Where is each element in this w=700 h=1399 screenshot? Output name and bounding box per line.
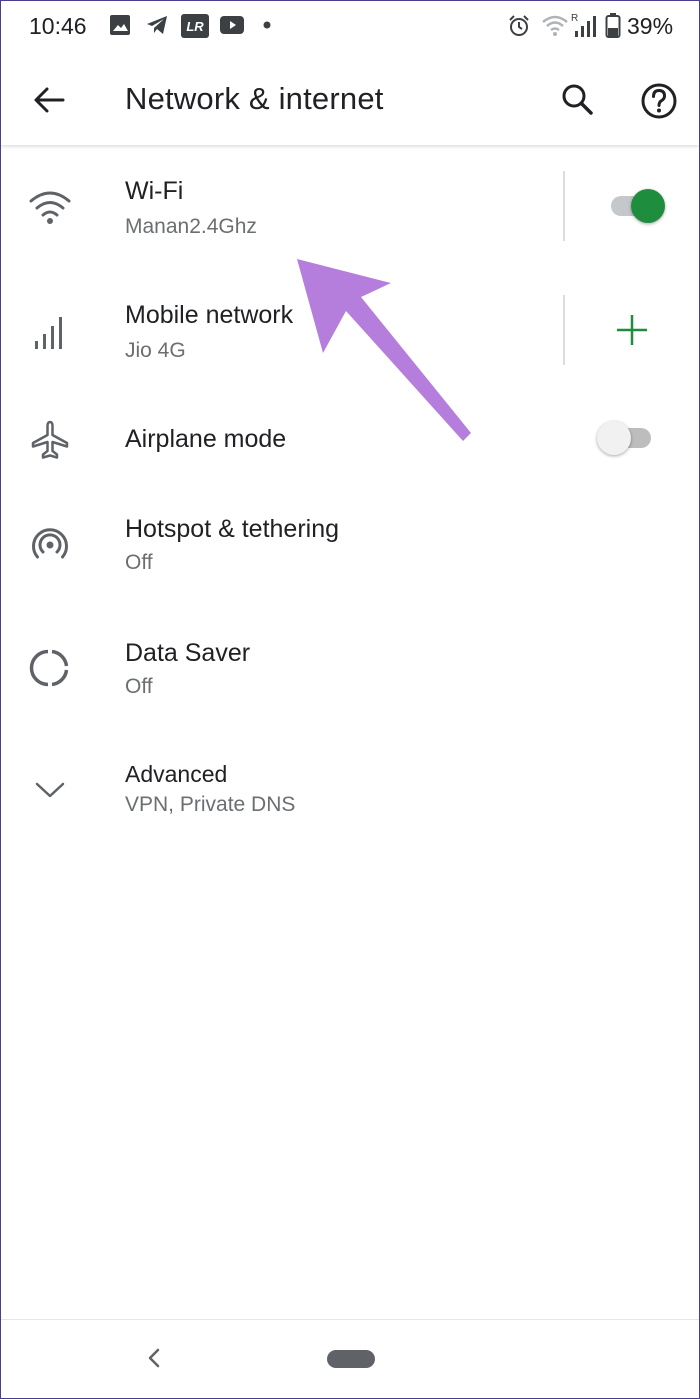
advanced-row[interactable]: Advanced VPN, Private DNS — [1, 751, 699, 831]
data-saver-title: Data Saver — [125, 639, 251, 667]
svg-text:R: R — [571, 13, 578, 24]
search-icon[interactable] — [555, 77, 601, 123]
wifi-signal-icon — [542, 15, 568, 36]
notification-dot-icon — [263, 21, 271, 29]
wifi-toggle-thumb — [631, 189, 665, 223]
cell-signal-icon — [35, 317, 62, 349]
airplane-mode-title: Airplane mode — [125, 425, 287, 453]
wifi-toggle[interactable] — [607, 185, 667, 225]
airplane-icon — [31, 420, 69, 459]
airplane-mode-toggle[interactable] — [595, 417, 655, 457]
telegram-icon — [147, 16, 167, 34]
help-icon[interactable] — [635, 77, 683, 125]
status-bar: 10:46 LR R 39% — [1, 1, 699, 51]
mobile-network-row[interactable]: Mobile network Jio 4G — [1, 285, 699, 385]
chevron-down-icon — [35, 782, 65, 798]
wifi-icon — [29, 191, 71, 224]
svg-text:LR: LR — [186, 19, 204, 34]
advanced-title: Advanced — [125, 761, 228, 787]
data-saver-icon — [29, 649, 69, 687]
youtube-icon — [220, 16, 244, 34]
airplane-mode-row[interactable]: Airplane mode — [1, 407, 699, 473]
plus-icon[interactable] — [613, 311, 651, 349]
nav-home-pill[interactable] — [327, 1350, 375, 1368]
arrow-back-icon[interactable] — [27, 77, 73, 123]
data-saver-status: Off — [125, 675, 153, 698]
navigation-bar — [1, 1319, 699, 1398]
lightroom-icon: LR — [181, 14, 209, 38]
hotspot-icon — [32, 528, 68, 559]
cell-signal-roaming-icon: R — [571, 13, 596, 37]
mobile-divider — [563, 295, 565, 365]
airplane-toggle-thumb — [597, 421, 631, 455]
data-saver-row[interactable]: Data Saver Off — [1, 625, 699, 725]
hotspot-row[interactable]: Hotspot & tethering Off — [1, 501, 699, 601]
app-bar: Network & internet — [1, 51, 699, 145]
battery-icon — [605, 13, 621, 38]
page-title: Network & internet — [125, 81, 384, 116]
alarm-icon — [509, 15, 529, 36]
status-time: 10:46 — [29, 13, 87, 39]
hotspot-status: Off — [125, 551, 153, 574]
wifi-row[interactable]: Wi-Fi Manan2.4Ghz — [1, 161, 699, 261]
nav-back-icon[interactable] — [141, 1342, 167, 1374]
wifi-network-name: Manan2.4Ghz — [125, 215, 257, 238]
advanced-summary: VPN, Private DNS — [125, 793, 296, 816]
hotspot-title: Hotspot & tethering — [125, 515, 340, 543]
wifi-divider — [563, 171, 565, 241]
battery-percentage: 39% — [627, 13, 674, 39]
wifi-title: Wi-Fi — [125, 177, 184, 205]
gallery-icon — [110, 15, 130, 35]
screen: 10:46 LR R 39% Network & internet Wi-Fi … — [0, 0, 700, 1399]
mobile-network-title: Mobile network — [125, 301, 294, 329]
mobile-network-carrier: Jio 4G — [125, 339, 186, 362]
